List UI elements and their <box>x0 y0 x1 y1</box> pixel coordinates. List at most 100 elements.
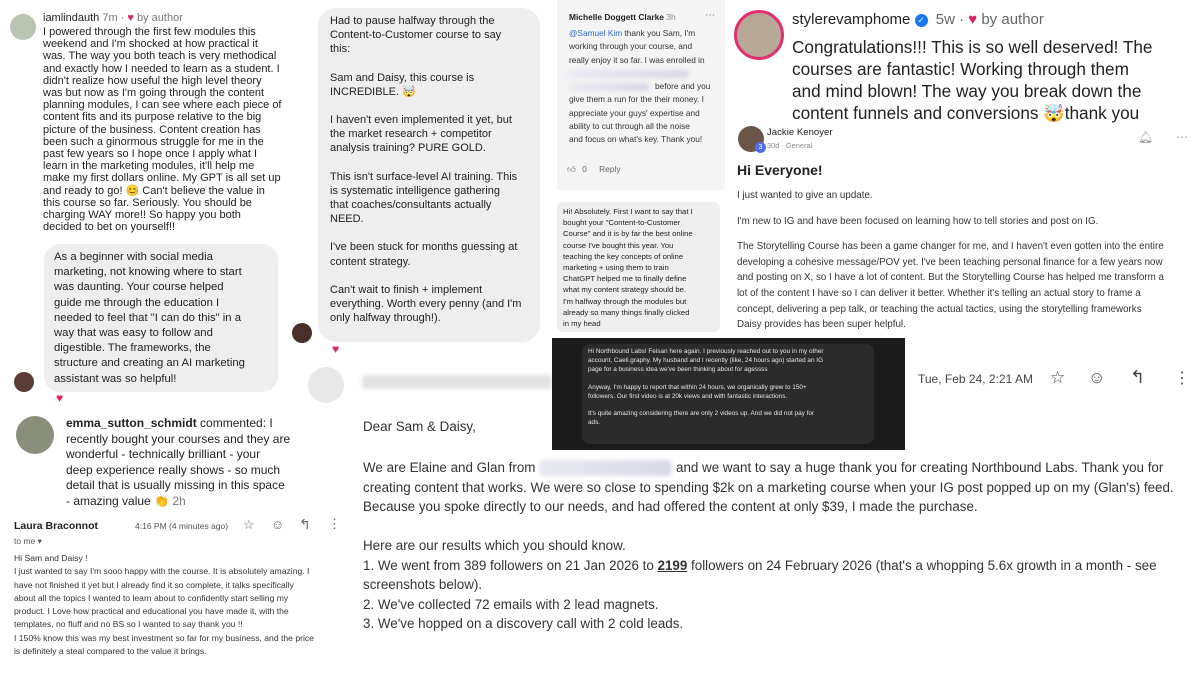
text-line: weekend and I'm shocked at how practical… <box>43 38 258 51</box>
text-line: only halfway through!). <box>330 312 441 325</box>
text-line: marketing, not knowing where to start <box>54 266 242 279</box>
comment-text-end: - amazing value 👏 <box>66 493 169 508</box>
more-icon[interactable]: ⋯ <box>1176 130 1188 144</box>
more-icon[interactable]: ⋯ <box>705 10 715 21</box>
text-line: decided to bet on yourself!! <box>43 221 176 234</box>
text-line: was. The way you both teach is very meth… <box>43 50 277 63</box>
text-line: I haven't even implemented it yet, but <box>330 114 512 127</box>
comment-paragraph: Can't wait to finish + implement everythi… <box>330 283 528 326</box>
reply-button[interactable]: Reply <box>599 164 620 174</box>
comment-card-stylerevamphome: stylerevamphome ✓ 5w · ♥ by author Congr… <box>728 0 1200 123</box>
comment-card-iamlindauth: iamlindauth 7m · ♥ by author I powered t… <box>0 0 300 245</box>
text-line: templates, no fluff and no BS so I wante… <box>14 619 243 630</box>
text-line: followers. Our first video is at 20k vie… <box>588 392 788 400</box>
text-line: already so many things finally clicked <box>563 307 690 317</box>
email-laura: Laura Braconnot 4:16 PM (4 minutes ago) … <box>0 514 345 675</box>
comment-time: 5w <box>935 11 955 28</box>
text-line: and ready to go! 😊 Can't believe the val… <box>43 184 265 197</box>
username[interactable]: iamlindauth <box>43 12 99 24</box>
verified-icon: ✓ <box>914 14 928 27</box>
post-body: I just wanted to give an update. I'm new… <box>737 188 1164 333</box>
text-line: give them a run for the their money. I <box>569 94 704 105</box>
bell-icon[interactable]: 🔔︎ <box>1138 130 1153 144</box>
comment-paragraph: I've been stuck for months guessing at co… <box>330 240 528 268</box>
text-line: have not finished it yet but I already f… <box>14 579 294 590</box>
text-line: digestible. The frameworks, the <box>54 342 211 355</box>
text-line: product. I Love how practical and educat… <box>14 606 289 617</box>
comment-body: Congratulations!!! This is so well deser… <box>792 37 1153 123</box>
text-line: been such a ginormous struggle for me in… <box>43 135 264 148</box>
avatar[interactable] <box>308 367 344 403</box>
comment-body: @Samuel Kim thank you Sam, I'm working t… <box>569 27 710 147</box>
text-line: Had to pause halfway through the <box>330 15 495 27</box>
text-line: is systematic intelligence gathering <box>330 184 500 197</box>
comment-header: iamlindauth 7m · ♥ by author <box>43 12 183 24</box>
recipient-label[interactable]: to me ▾ <box>14 536 42 547</box>
text-line: guide me through the education I <box>54 296 220 309</box>
text-line: ads. <box>588 419 601 427</box>
text-line <box>588 375 824 384</box>
text-line: assistant was so helpful! <box>54 372 177 385</box>
avatar[interactable] <box>734 10 784 60</box>
text-line: I'm halfway through the modules but <box>563 296 687 306</box>
comment-paragraph: I haven't even implemented it yet, but th… <box>330 113 528 156</box>
text-line: in my head <box>563 319 601 329</box>
text-line: creating content that works. We were so … <box>363 479 1174 495</box>
text-line: Course" and it is by far the best online <box>563 229 693 239</box>
comment-body: recently bought your courses and they ar… <box>66 432 290 494</box>
text-line: account, Caeli.graphy. My husband and I … <box>588 356 824 364</box>
text-line: planning modules, I can see where each p… <box>43 99 282 112</box>
text-line: NEED. <box>330 213 364 226</box>
text-line: marketing + using them to train <box>563 263 669 273</box>
text-line: As a beginner with social media <box>54 251 213 263</box>
comment-time: 7m <box>102 12 118 24</box>
sender-name[interactable]: Laura Braconnot <box>14 520 98 532</box>
email-greeting: Dear Sam & Daisy, <box>363 419 476 434</box>
text-line: is definitely a steal compared to the va… <box>14 646 207 657</box>
redacted-sender <box>362 375 552 389</box>
commenter-name[interactable]: Michelle Doggett Clarke <box>569 12 664 22</box>
redacted-text <box>569 69 689 78</box>
username[interactable]: stylerevamphome <box>792 11 910 28</box>
text-line: This isn't surface-level AI training. Th… <box>330 170 518 183</box>
text-line: content strategy. <box>330 255 411 268</box>
text-line: and mind blown! The way you break down t… <box>792 81 1142 101</box>
avatar[interactable] <box>292 323 312 343</box>
avatar[interactable] <box>10 14 36 40</box>
author-name[interactable]: Jackie Kenoyer <box>767 127 833 138</box>
comment-body: Had to pause halfway through the Content-… <box>330 14 528 325</box>
email-body: Hi Sam and Daisy ! I just wanted to say … <box>14 552 314 658</box>
text-line: I've been stuck for months guessing at <box>330 241 518 254</box>
level-badge: 3 <box>755 142 766 153</box>
text-line: was but now as I'm going through the con… <box>43 87 265 100</box>
avatar[interactable] <box>16 416 54 454</box>
text-line: INCREDIBLE. 🤯 <box>330 85 416 98</box>
text-line: I 150% know this was my best investment … <box>14 632 314 643</box>
text-line: this: <box>330 43 351 56</box>
text-line: and focus on what's key. Thank you! <box>569 134 703 145</box>
heart-icon[interactable]: ♥ <box>56 391 63 405</box>
more-icon[interactable]: ⋮ <box>1174 368 1190 388</box>
like-icon[interactable]: 👍︎ <box>567 164 576 174</box>
username[interactable]: emma_sutton_schmidt <box>66 416 197 430</box>
email-time: Tue, Feb 24, 2:21 AM <box>918 372 1033 386</box>
text-line: that coaches/consultants actually <box>330 199 492 212</box>
text-line: Content-to-Customer course to say <box>330 29 502 42</box>
text-line: teaching the key concepts of online <box>563 251 684 261</box>
comment-paragraph: This isn't surface-level AI training. Th… <box>330 170 528 227</box>
text-line: wonderful - technically brilliant - your <box>66 447 261 462</box>
star-icon[interactable]: ☆ <box>243 517 255 533</box>
by-author-label: by author <box>981 11 1044 28</box>
comment-paragraph: Had to pause halfway through the Content-… <box>330 14 528 57</box>
text-line: The Storytelling Course has been a game … <box>737 241 1164 253</box>
emoji-icon[interactable]: ☺ <box>1088 368 1105 388</box>
text-line: ability to cut through all the noise <box>569 121 690 132</box>
comment-text-start: commented: I <box>196 416 273 430</box>
avatar[interactable] <box>14 372 34 392</box>
star-icon[interactable]: ☆ <box>1050 368 1065 388</box>
reply-icon[interactable]: ↰ <box>1130 367 1145 388</box>
emoji-icon[interactable]: ☺ <box>271 517 284 532</box>
heart-icon: ♥ <box>127 12 134 24</box>
mention-link[interactable]: @Samuel Kim <box>569 28 622 38</box>
chevron-down-icon[interactable]: ▾ <box>38 536 42 546</box>
